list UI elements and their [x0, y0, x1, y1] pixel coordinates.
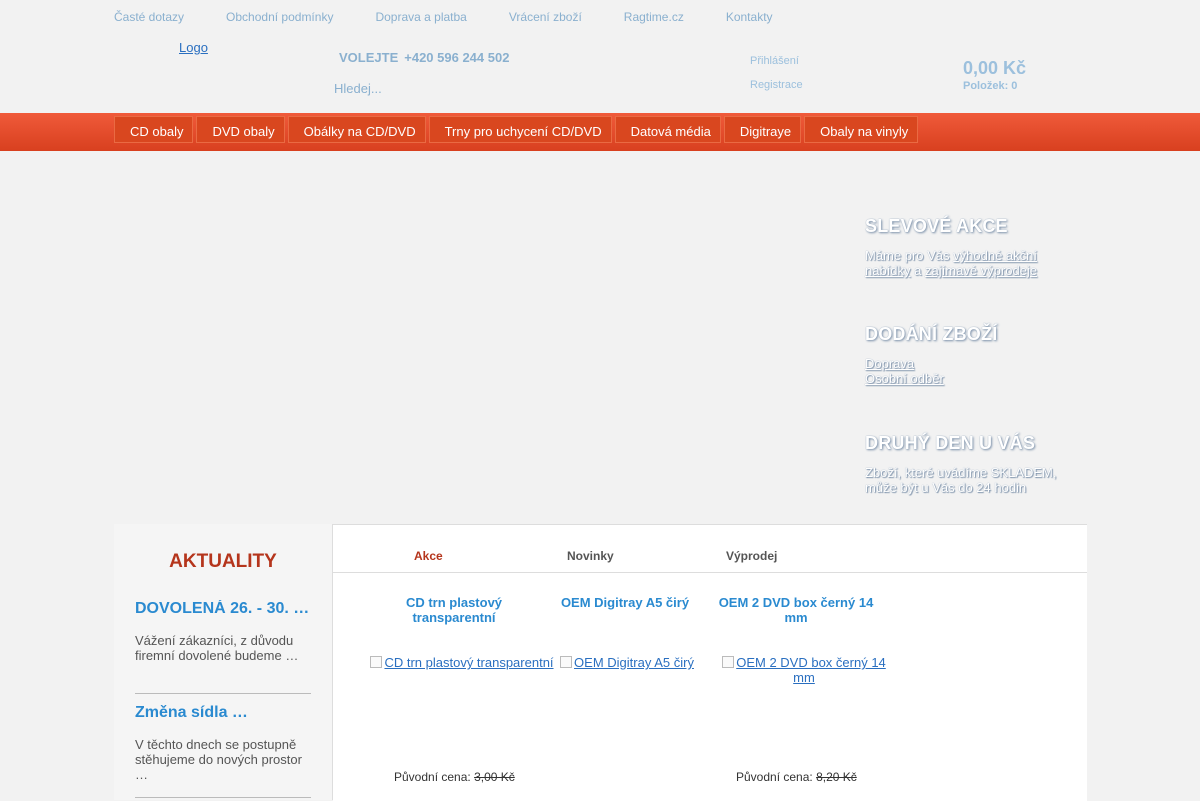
- nav-item-vinyly[interactable]: Obaly na vinyly: [804, 116, 919, 143]
- login-link[interactable]: Přihlášení: [750, 55, 799, 67]
- product-image-alt: OEM 2 DVD box černý 14 mm: [736, 655, 886, 685]
- top-link-faq[interactable]: Časté dotazy: [114, 10, 184, 24]
- product-original-price: Původní cena: 3,00 Kč: [394, 770, 515, 784]
- price-old: 8,20 Kč: [816, 770, 857, 784]
- search-input[interactable]: [334, 79, 634, 97]
- price-label: Původní cena:: [394, 770, 471, 784]
- nav-item-datova-media[interactable]: Datová média: [614, 116, 721, 143]
- top-link-terms[interactable]: Obchodní podmínky: [226, 10, 333, 24]
- news-item-title[interactable]: Změna sídla …: [135, 704, 313, 722]
- discounts-heading: SLEVOVÉ AKCE: [865, 216, 1008, 236]
- nav-item-trny[interactable]: Trny pro uchycení CD/DVD: [428, 116, 612, 143]
- phone-number: +420 596 244 502: [404, 50, 510, 65]
- nav-item-dvd-obaly[interactable]: DVD obaly: [196, 116, 285, 143]
- discounts-sales-link[interactable]: zajímavé výprodeje: [925, 263, 1037, 278]
- product-image[interactable]: CD trn plastový transparentní: [369, 655, 555, 670]
- call-label: VOLEJTE: [339, 50, 399, 65]
- product-image[interactable]: OEM 2 DVD box černý 14 mm: [711, 655, 897, 685]
- product-name[interactable]: OEM 2 DVD box černý 14 mm: [711, 595, 881, 625]
- register-link[interactable]: Registrace: [750, 79, 803, 91]
- news-separator: [135, 693, 311, 694]
- discounts-mid: a: [914, 263, 922, 278]
- top-link-ragtime[interactable]: Ragtime.cz: [624, 10, 684, 24]
- product-image[interactable]: OEM Digitray A5 čirý: [557, 655, 697, 670]
- product-tabs: Akce Novinky Výprodej: [333, 525, 1087, 573]
- news-separator: [135, 797, 311, 798]
- delivery-shipping-link[interactable]: Doprava: [865, 356, 914, 371]
- news-item-title[interactable]: DOVOLENÁ 26. - 30. …: [135, 600, 313, 618]
- top-link-contacts[interactable]: Kontakty: [726, 10, 773, 24]
- news-panel: AKTUALITY DOVOLENÁ 26. - 30. … Vážení zá…: [114, 524, 333, 800]
- tab-vyprodej[interactable]: Výprodej: [726, 549, 777, 563]
- news-item-text: Vážení zákazníci, z důvodu firemní dovol…: [135, 633, 299, 663]
- tab-novinky[interactable]: Novinky: [567, 549, 614, 563]
- cart-total[interactable]: 0,00 Kč: [963, 58, 1026, 79]
- nav-item-obalky[interactable]: Obálky na CD/DVD: [287, 116, 426, 143]
- tab-akce[interactable]: Akce: [414, 549, 443, 563]
- price-old: 3,00 Kč: [474, 770, 515, 784]
- discounts-text: Máme pro Vás výhodné akční nabídky a zaj…: [865, 248, 1065, 278]
- logo-alt-text: Logo: [179, 40, 208, 55]
- delivery-pickup-link[interactable]: Osobní odběr: [865, 371, 944, 386]
- discounts-pre: Máme pro Vás: [865, 248, 950, 263]
- phone-contact: VOLEJTE +420 596 244 502: [339, 50, 509, 65]
- top-link-returns[interactable]: Vrácení zboží: [509, 10, 582, 24]
- broken-image-icon: [560, 656, 573, 668]
- nav-item-digitraye[interactable]: Digitraye: [723, 116, 802, 143]
- broken-image-icon: [370, 656, 383, 668]
- broken-image-icon: [722, 656, 735, 668]
- next-day-heading: DRUHÝ DEN U VÁS: [865, 433, 1036, 453]
- top-link-shipping[interactable]: Doprava a platba: [375, 10, 466, 24]
- price-label: Původní cena:: [736, 770, 813, 784]
- product-original-price: Původní cena: 8,20 Kč: [736, 770, 857, 784]
- nav-item-cd-obaly[interactable]: CD obaly: [114, 116, 194, 143]
- cart-item-count[interactable]: Položek: 0: [963, 80, 1017, 92]
- news-title: AKTUALITY: [169, 551, 277, 572]
- main-nav: CD obaly DVD obaly Obálky na CD/DVD Trny…: [0, 113, 1200, 151]
- top-links: Časté dotazy Obchodní podmínky Doprava a p…: [114, 8, 815, 24]
- product-image-alt: CD trn plastový transparentní: [384, 655, 554, 670]
- next-day-text: Zboží, které uvádíme SKLADEM, může být u…: [865, 465, 1057, 495]
- delivery-heading: DODÁNÍ ZBOŽÍ: [865, 324, 998, 344]
- product-name[interactable]: CD trn plastový transparentní: [369, 595, 539, 625]
- product-name[interactable]: OEM Digitray A5 čirý: [540, 595, 710, 610]
- product-image-alt: OEM Digitray A5 čirý: [574, 655, 694, 670]
- logo-link[interactable]: Logo: [179, 40, 208, 55]
- products-panel: Akce Novinky Výprodej CD trn plastový tr…: [333, 524, 1087, 801]
- news-item-text: V těchto dnech se postupně stěhujeme do …: [135, 737, 302, 782]
- delivery-links: Doprava Osobní odběr: [865, 356, 1065, 386]
